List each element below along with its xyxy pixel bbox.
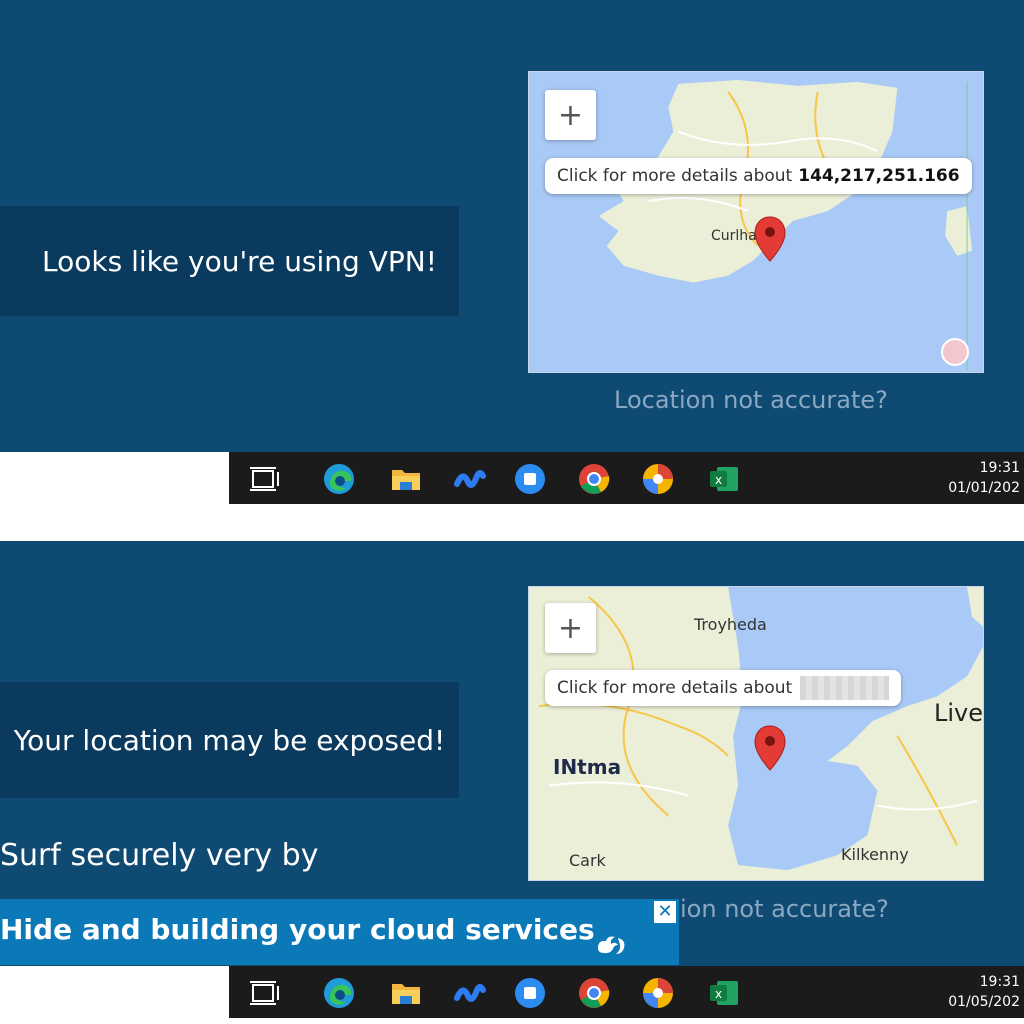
exposed-message-box: Your location may be exposed!: [0, 682, 459, 798]
tooltip-prefix: Click for more details about: [557, 166, 793, 186]
white-gap: [0, 452, 229, 504]
system-clock[interactable]: 19:31 01/01/202: [948, 458, 1020, 498]
map-label-southeast: Kilkenny: [841, 845, 909, 864]
location-not-accurate-link-2[interactable]: ion not accurate?: [680, 895, 889, 923]
location-map[interactable]: + Click for more details about 144,217,2…: [528, 71, 984, 373]
plus-icon: +: [557, 610, 584, 646]
vpn-message-box: Looks like you're using VPN!: [0, 206, 459, 316]
plus-icon: +: [557, 97, 584, 133]
map-label-north: Troyheda: [694, 615, 767, 634]
map-place-label: Curlha: [711, 228, 757, 244]
tooltip-prefix: Click for more details about: [557, 678, 793, 698]
map-corner-badge-icon: [941, 338, 969, 366]
location-pin-icon[interactable]: [754, 725, 786, 771]
banner-text: Hide and building your cloud services: [0, 913, 595, 946]
location-pin-icon[interactable]: [754, 216, 786, 262]
edge-icon[interactable]: [322, 976, 356, 1010]
app-blue-square-icon[interactable]: [513, 976, 547, 1010]
vpn-warning-panel: Looks like you're using VPN! + Click for…: [0, 0, 1024, 452]
clock-time: 19:31: [979, 974, 1020, 990]
location-map-2[interactable]: + Troyheda Liver INtma Cark Kilkenny Cli…: [528, 586, 984, 881]
map-label-southwest: Cark: [569, 851, 606, 870]
chrome-icon[interactable]: [577, 976, 611, 1010]
clock-time: 19:31: [979, 460, 1020, 476]
location-not-accurate-link[interactable]: Location not accurate?: [614, 386, 888, 414]
cloud-logo-icon: [598, 936, 625, 954]
map-tooltip[interactable]: Click for more details about 144,217,251…: [545, 158, 972, 194]
excel-icon[interactable]: x: [707, 976, 741, 1010]
excel-icon[interactable]: x: [707, 462, 741, 496]
task-view-icon[interactable]: [248, 976, 282, 1010]
svg-text:x: x: [715, 473, 722, 487]
edge-icon[interactable]: [322, 462, 356, 496]
chrome-alt-icon[interactable]: [641, 976, 675, 1010]
surf-securely-text: Surf securely very by: [0, 838, 319, 873]
clock-date: 01/05/202: [948, 994, 1020, 1010]
map-zoom-in-button-2[interactable]: +: [545, 603, 596, 653]
system-clock-2[interactable]: 19:31 01/05/202: [948, 972, 1020, 1012]
file-explorer-icon[interactable]: [389, 462, 423, 496]
banner-close-button[interactable]: ✕: [654, 901, 676, 923]
vpn-message-text: Looks like you're using VPN!: [42, 244, 437, 278]
map-tooltip-2[interactable]: Click for more details about: [545, 670, 901, 706]
app-wave-icon[interactable]: [453, 976, 487, 1010]
clock-date: 01/01/202: [948, 480, 1020, 496]
map-zoom-in-button[interactable]: +: [545, 90, 596, 140]
map-label-brand: INtma: [553, 755, 622, 779]
app-blue-square-icon[interactable]: [513, 462, 547, 496]
app-wave-icon[interactable]: [453, 462, 487, 496]
chrome-alt-icon[interactable]: [641, 462, 675, 496]
white-gap-2: [0, 966, 229, 1018]
taskbar-2: x 19:31 01/05/202: [229, 966, 1024, 1018]
file-explorer-icon[interactable]: [389, 976, 423, 1010]
svg-text:x: x: [715, 987, 722, 1001]
task-view-icon[interactable]: [248, 462, 282, 496]
exposed-message-text: Your location may be exposed!: [13, 723, 446, 757]
map-label-east: Liver: [934, 699, 984, 727]
ad-banner[interactable]: Hide and building your cloud services: [0, 899, 679, 965]
chrome-icon[interactable]: [577, 462, 611, 496]
taskbar: x 19:31 01/01/202: [229, 452, 1024, 504]
ip-address: 144,217,251.166: [798, 166, 960, 186]
redacted-ip: [800, 676, 889, 700]
